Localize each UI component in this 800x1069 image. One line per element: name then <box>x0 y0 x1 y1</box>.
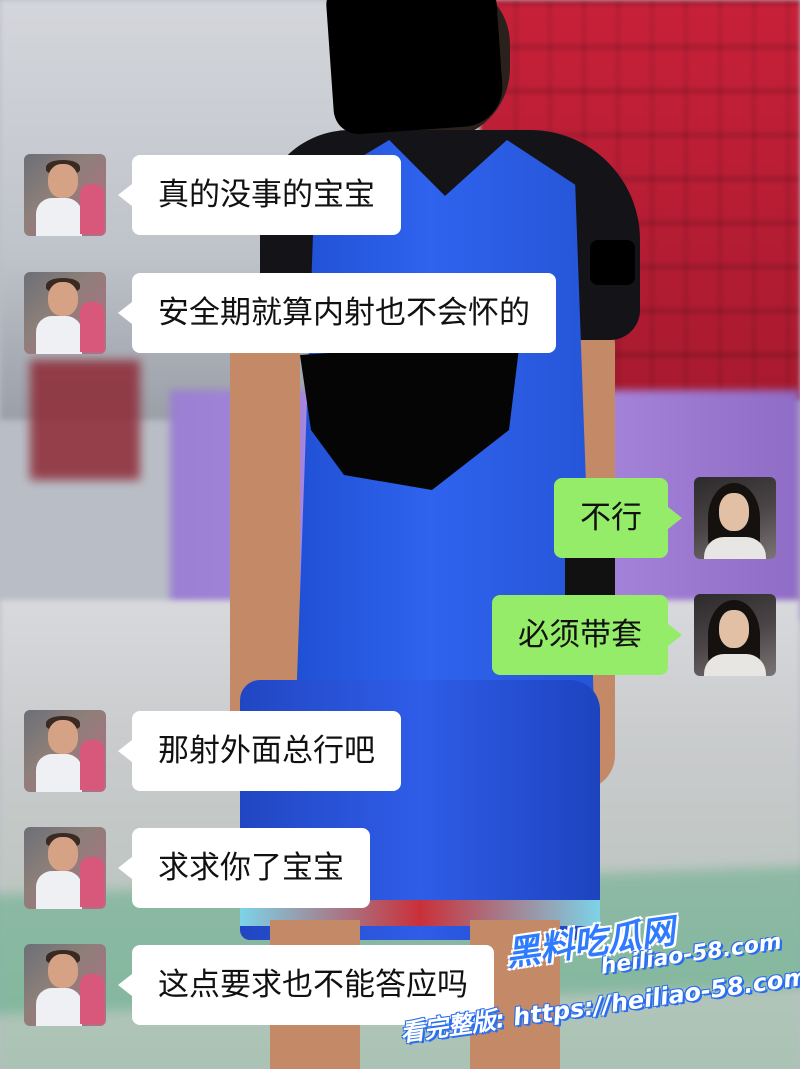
message-row: 真的没事的宝宝 <box>24 154 401 236</box>
avatar[interactable] <box>24 154 106 236</box>
avatar-shirt <box>36 198 82 236</box>
message-bubble-outgoing[interactable]: 不行 <box>554 478 682 558</box>
avatar-background-person <box>80 302 104 352</box>
chat-thread: 真的没事的宝宝 安全期就算内射也不会怀的 不行 必须带套 那射外面总行吧 求求你… <box>0 0 800 1069</box>
avatar-background-person <box>80 740 104 790</box>
avatar-background-person <box>80 184 104 234</box>
message-row: 安全期就算内射也不会怀的 <box>24 272 556 354</box>
message-bubble-incoming[interactable]: 真的没事的宝宝 <box>118 155 401 235</box>
avatar-face <box>48 282 78 316</box>
avatar-background-person <box>80 974 104 1024</box>
message-bubble-incoming[interactable]: 那射外面总行吧 <box>118 711 401 791</box>
avatar-face <box>48 720 78 754</box>
message-row: 不行 <box>554 477 776 559</box>
avatar-face <box>48 954 78 988</box>
avatar[interactable] <box>24 710 106 792</box>
avatar-shirt <box>36 316 82 354</box>
message-row: 求求你了宝宝 <box>24 827 370 909</box>
avatar-shirt <box>36 988 82 1026</box>
message-bubble-outgoing[interactable]: 必须带套 <box>492 595 682 675</box>
avatar[interactable] <box>24 944 106 1026</box>
message-row: 那射外面总行吧 <box>24 710 401 792</box>
avatar-shirt <box>704 537 766 559</box>
message-bubble-incoming[interactable]: 求求你了宝宝 <box>118 828 370 908</box>
avatar[interactable] <box>694 477 776 559</box>
avatar-shirt <box>36 754 82 792</box>
avatar-face <box>719 610 749 648</box>
message-bubble-incoming[interactable]: 安全期就算内射也不会怀的 <box>118 273 556 353</box>
avatar[interactable] <box>694 594 776 676</box>
avatar-background-person <box>80 857 104 907</box>
message-row: 必须带套 <box>492 594 776 676</box>
avatar-face <box>48 164 78 198</box>
avatar-face <box>719 493 749 531</box>
avatar-face <box>48 837 78 871</box>
avatar[interactable] <box>24 272 106 354</box>
avatar-shirt <box>704 654 766 676</box>
avatar-shirt <box>36 871 82 909</box>
avatar[interactable] <box>24 827 106 909</box>
